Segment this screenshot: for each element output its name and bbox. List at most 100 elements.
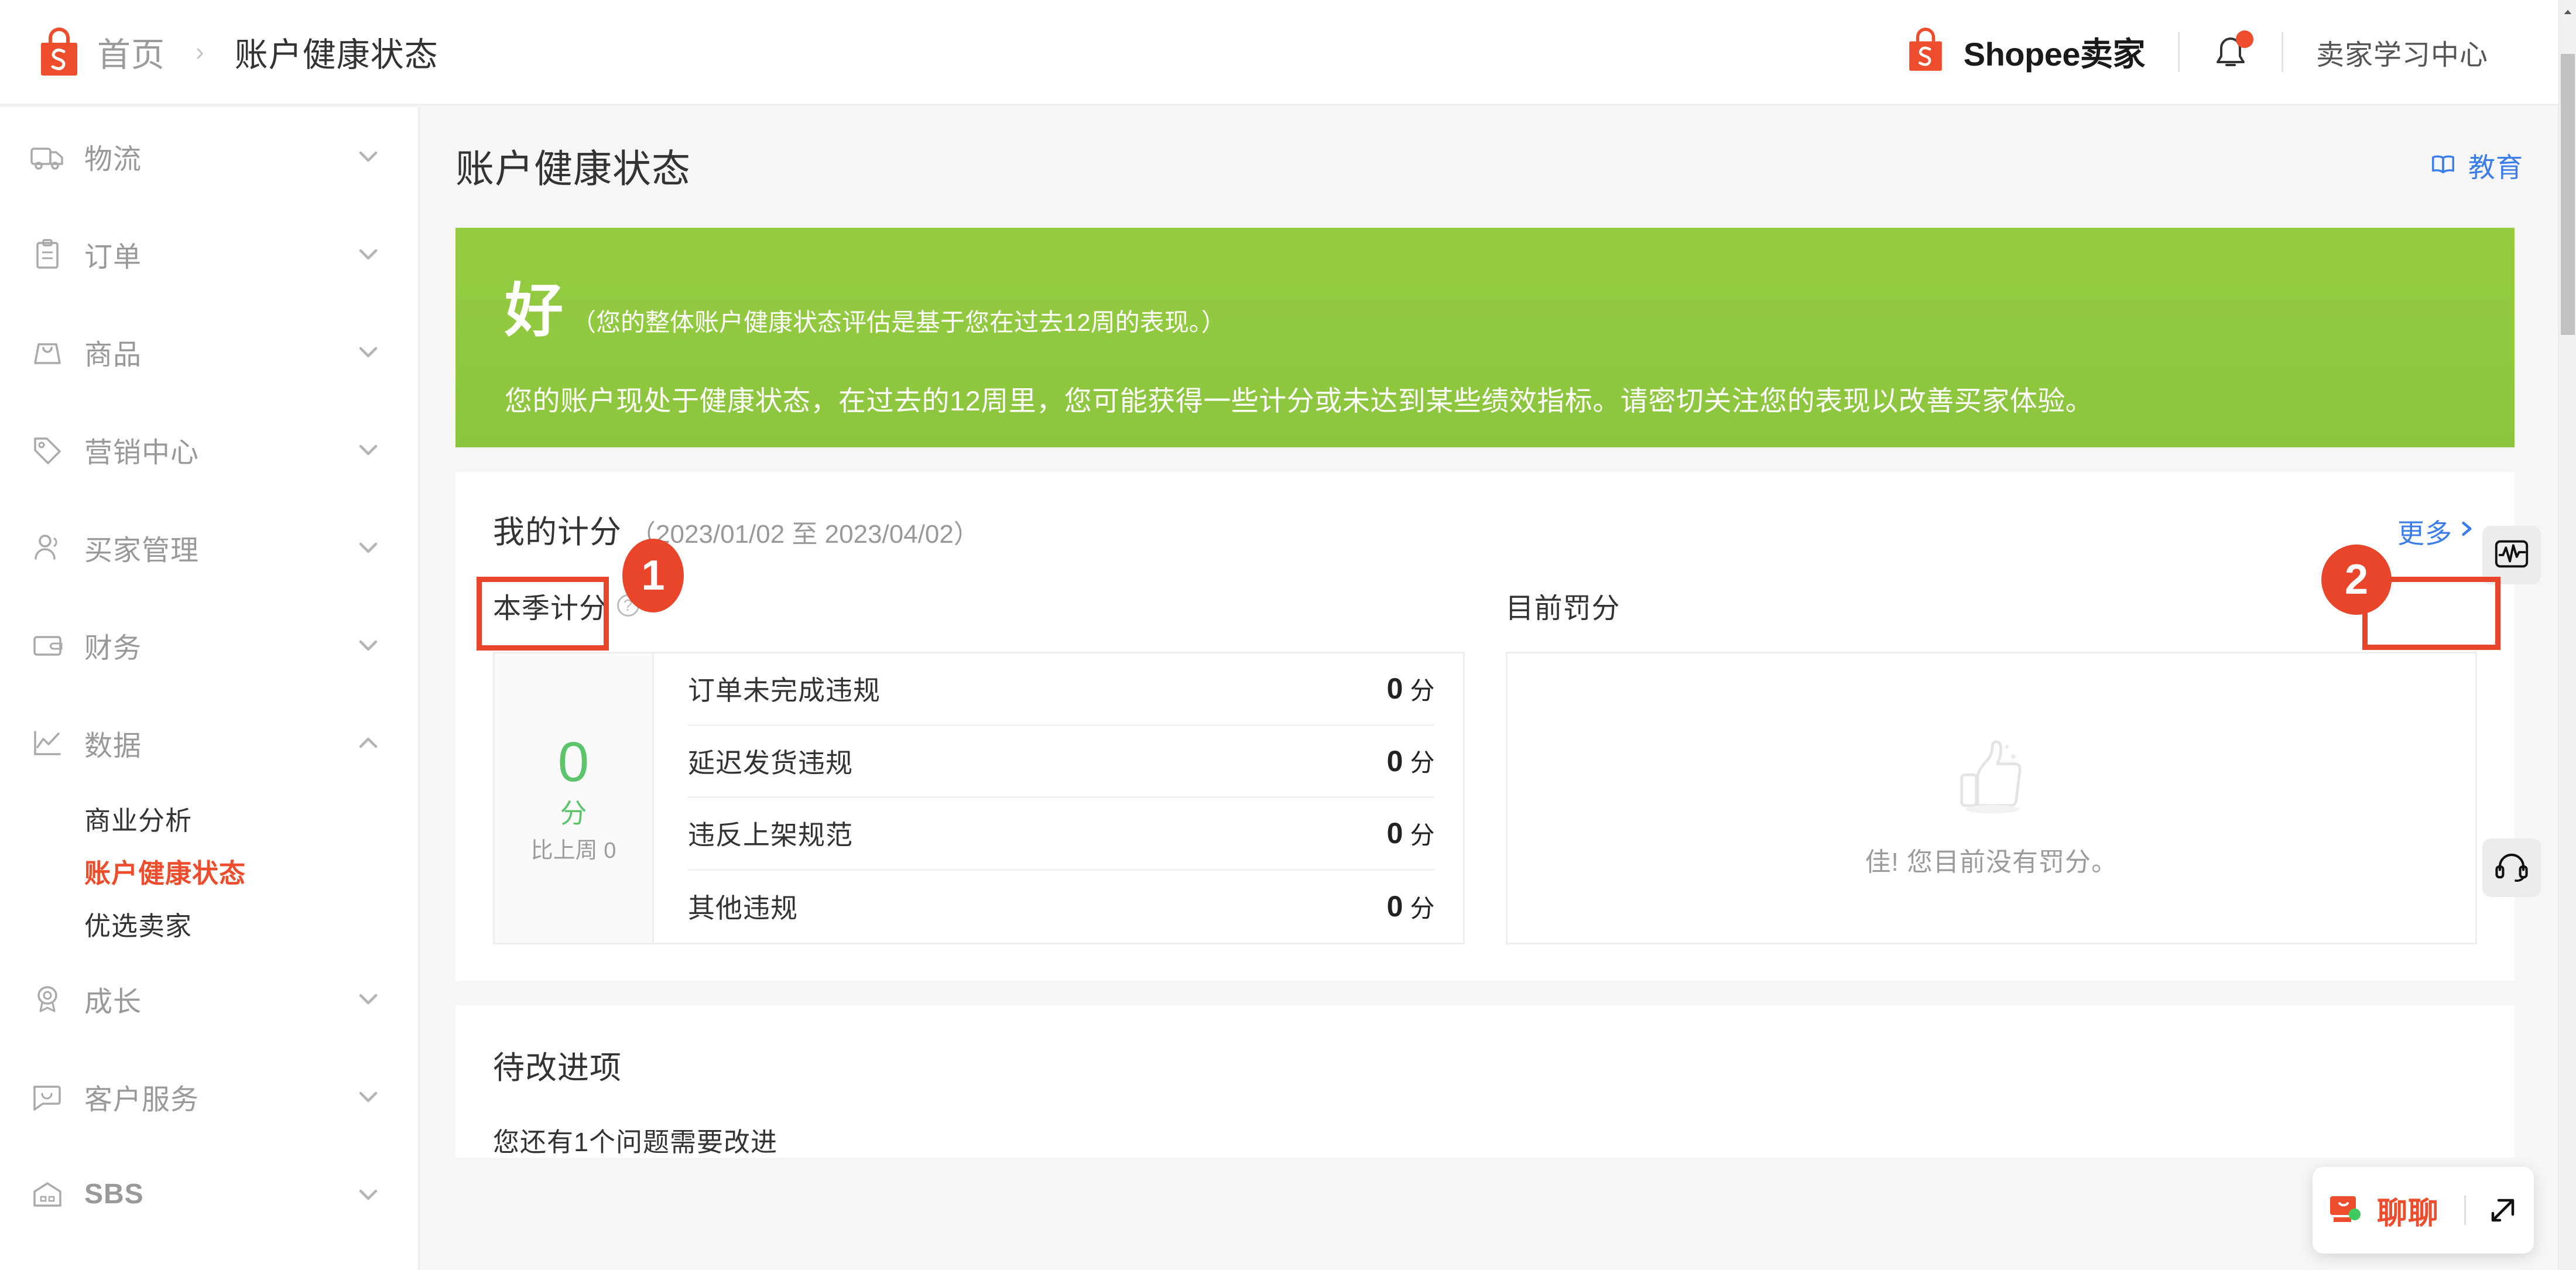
violation-value: 0 — [1387, 889, 1403, 923]
notification-badge-dot — [2236, 30, 2253, 48]
sidebar-subitem-account-health[interactable]: 账户健康状态 — [0, 844, 418, 897]
main-content: 账户健康状态 教育 好 （您的整体账户健康状态评估是基于您在过去12周的表现。）… — [422, 107, 2558, 1270]
breadcrumb: 首页 › 账户健康状态 — [0, 28, 439, 77]
medal-icon — [29, 981, 66, 1017]
violation-name: 其他违规 — [688, 887, 798, 926]
chart-line-icon — [29, 725, 66, 761]
violation-unit: 分 — [1410, 671, 1434, 707]
sidebar-item-logistics[interactable]: 物流 — [0, 107, 418, 205]
top-header: 首页 › 账户健康状态 Shopee卖家 卖家学习中心 — [0, 0, 2558, 105]
sidebar-item-customer-service[interactable]: 客户服务 — [0, 1048, 418, 1145]
brand-name: Shopee卖家 — [1964, 28, 2145, 76]
chevron-up-icon[interactable] — [355, 730, 382, 756]
thumbs-up-icon — [1942, 718, 2040, 826]
sidebar-item-finance[interactable]: 财务 — [0, 596, 418, 694]
sidebar-subitem-business-analysis[interactable]: 商业分析 — [0, 792, 418, 844]
penalty-empty-message: 佳! 您目前没有罚分。 — [1865, 841, 2118, 878]
table-row: 其他违规 0 分 — [688, 871, 1435, 943]
customer-support-button[interactable] — [2482, 838, 2541, 897]
score-card-title: 我的计分 — [493, 506, 622, 552]
page-header: 账户健康状态 教育 — [422, 107, 2558, 201]
notification-bell-button[interactable] — [2212, 33, 2249, 71]
sidebar-label-marketing: 营销中心 — [84, 429, 199, 470]
wallet-icon — [29, 627, 66, 663]
chevron-down-icon[interactable] — [355, 985, 382, 1012]
header-divider-2 — [2282, 32, 2283, 72]
current-penalty-section: 目前罚分 佳! 您目前没有罚分。 — [1506, 585, 2478, 944]
violations-list: 订单未完成违规 0 分 延迟发货违规 0 分 违反上架规范 0 分 — [654, 653, 1463, 943]
page-scrollbar[interactable] — [2558, 0, 2576, 1270]
health-grade-note: （您的整体账户健康状态评估是基于您在过去12周的表现。） — [571, 303, 1226, 338]
more-label: 更多 — [2397, 512, 2452, 551]
sidebar-item-growth[interactable]: 成长 — [0, 950, 418, 1048]
chevron-down-icon[interactable] — [355, 1083, 382, 1110]
chevron-down-icon[interactable] — [355, 338, 382, 365]
sidebar-nav[interactable]: 物流 订单 商品 — [0, 107, 420, 1270]
education-label: 教育 — [2468, 146, 2523, 185]
health-grade: 好 — [505, 263, 564, 348]
breadcrumb-home[interactable]: 首页 — [97, 28, 165, 76]
shopee-logo-icon[interactable] — [36, 28, 82, 77]
book-icon — [2430, 151, 2457, 181]
table-row: 延迟发货违规 0 分 — [688, 726, 1435, 799]
health-status-banner: 好 （您的整体账户健康状态评估是基于您在过去12周的表现。） 您的账户现处于健康… — [455, 228, 2515, 447]
sidebar-item-products[interactable]: 商品 — [0, 303, 418, 400]
sidebar-item-marketing[interactable]: 营销中心 — [0, 400, 418, 498]
header-divider-1 — [2178, 32, 2180, 72]
chevron-down-icon[interactable] — [355, 1181, 382, 1208]
chevron-down-icon[interactable] — [355, 241, 382, 268]
header-right-group: Shopee卖家 卖家学习中心 — [1905, 28, 2558, 77]
violation-name: 违反上架规范 — [688, 814, 853, 853]
violation-unit: 分 — [1410, 743, 1434, 779]
sidebar-sublabel-account-health: 账户健康状态 — [84, 852, 246, 890]
sidebar-item-buyer-management[interactable]: 买家管理 — [0, 498, 418, 596]
shopee-seller-brand[interactable]: Shopee卖家 — [1905, 28, 2145, 77]
annotation-badge-2: 2 — [2321, 545, 2392, 615]
seller-learning-center-link[interactable]: 卖家学习中心 — [2316, 32, 2488, 73]
table-row: 订单未完成违规 0 分 — [688, 653, 1435, 726]
violation-value: 0 — [1387, 816, 1403, 850]
sidebar-sublabel-business-analysis: 商业分析 — [84, 799, 192, 837]
breadcrumb-separator-icon: › — [196, 37, 204, 67]
violation-name: 订单未完成违规 — [688, 669, 881, 708]
chevron-down-icon[interactable] — [355, 632, 382, 659]
quarter-score-title: 本季计分 — [493, 585, 608, 626]
page-title: 账户健康状态 — [455, 114, 691, 194]
bag-icon — [29, 334, 66, 370]
clipboard-icon — [29, 236, 66, 272]
chevron-down-icon[interactable] — [355, 534, 382, 561]
chevron-down-icon[interactable] — [355, 143, 382, 170]
expand-icon[interactable] — [2488, 1196, 2517, 1225]
sidebar-item-orders[interactable]: 订单 — [0, 205, 418, 303]
headset-icon — [2493, 848, 2530, 888]
sidebar-label-sbs: SBS — [84, 1178, 144, 1210]
penalty-empty-panel: 佳! 您目前没有罚分。 — [1506, 652, 2478, 944]
chat-divider — [2464, 1196, 2466, 1225]
truck-icon — [29, 138, 66, 174]
shopee-brand-icon — [1905, 28, 1951, 77]
scrollbar-thumb[interactable] — [2561, 54, 2575, 335]
improvement-title: 待改进项 — [493, 1042, 2477, 1088]
sidebar-subitem-preferred-seller[interactable]: 优选卖家 — [0, 897, 418, 950]
sidebar-label-customer-service: 客户服务 — [84, 1076, 199, 1117]
table-row: 违反上架规范 0 分 — [688, 798, 1435, 871]
sidebar-label-buyer-management: 买家管理 — [84, 527, 199, 568]
more-link[interactable]: 更多 — [2397, 512, 2477, 551]
chevron-down-icon[interactable] — [355, 436, 382, 463]
violation-value: 0 — [1387, 672, 1403, 706]
warehouse-icon — [29, 1176, 66, 1213]
quarter-score-panel: 0 分 比上周 0 订单未完成违规 0 分 延迟发货违规 0 — [493, 652, 1465, 944]
banner-headline-row: 好 （您的整体账户健康状态评估是基于您在过去12周的表现。） — [505, 263, 2515, 348]
sidebar-item-data[interactable]: 数据 — [0, 694, 418, 792]
sidebar-label-logistics: 物流 — [84, 136, 142, 177]
chat-bubble-icon — [2329, 1194, 2365, 1227]
sidebar-label-products: 商品 — [84, 331, 142, 372]
sidebar-label-finance: 财务 — [84, 625, 142, 666]
penalty-title: 目前罚分 — [1506, 585, 1621, 626]
performance-monitor-button[interactable] — [2482, 526, 2541, 584]
sidebar-item-sbs[interactable]: SBS — [0, 1145, 418, 1243]
education-link[interactable]: 教育 — [2430, 123, 2523, 185]
triangle-up-icon[interactable] — [2559, 4, 2576, 20]
chat-widget[interactable]: 聊聊 — [2313, 1167, 2534, 1254]
score-card-date-range: （2023/01/02 至 2023/04/02） — [630, 513, 979, 550]
